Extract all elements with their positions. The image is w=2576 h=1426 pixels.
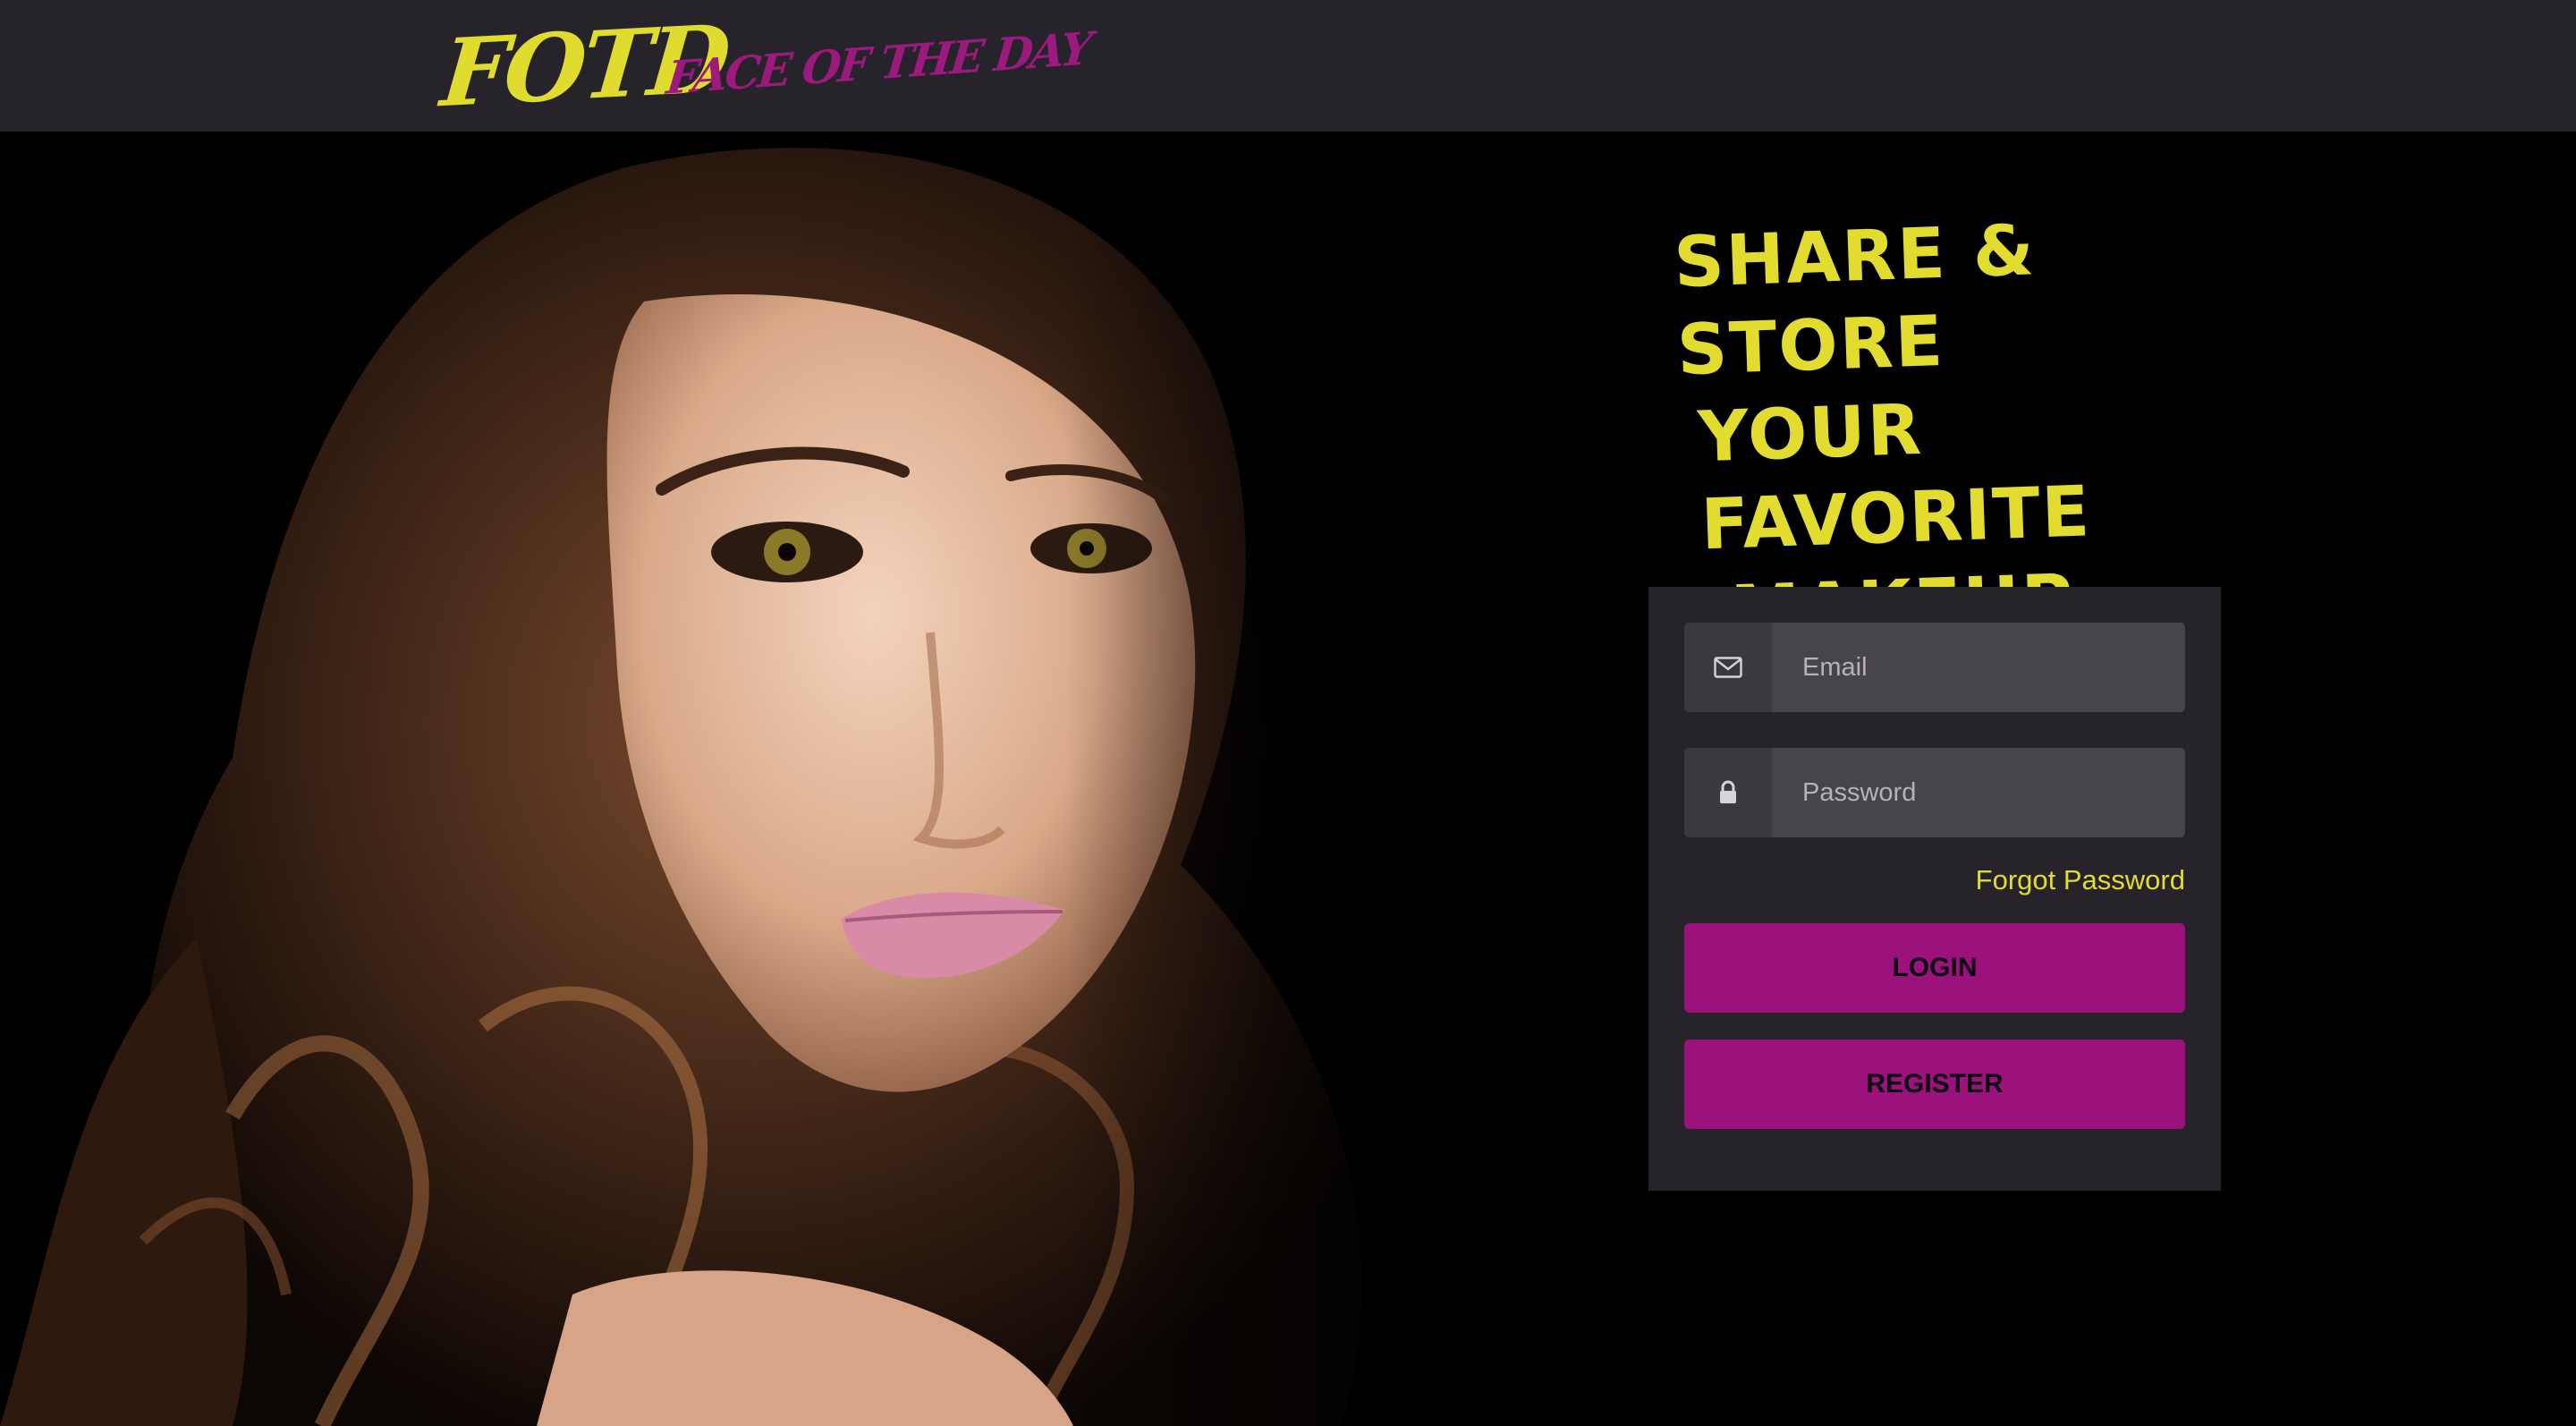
headline-line-2: Your Favorite <box>1696 389 2093 566</box>
password-input[interactable] <box>1772 748 2185 837</box>
portrait-illustration <box>0 132 1521 1426</box>
top-header: FOTD FACE OF THE DAY <box>0 0 2576 132</box>
hero-photo <box>0 132 1521 1426</box>
email-input[interactable] <box>1772 623 2185 712</box>
forgot-password-link[interactable]: Forgot Password <box>1976 864 2185 896</box>
email-field-group <box>1684 623 2185 712</box>
register-button[interactable]: REGISTER <box>1684 1040 2185 1129</box>
login-button[interactable]: LOGIN <box>1684 923 2185 1013</box>
lock-icon <box>1684 748 1772 837</box>
envelope-icon <box>1684 623 1772 712</box>
login-page: FOTD FACE OF THE DAY SHARE & STORE YOUR … <box>0 0 2576 1426</box>
password-field-group <box>1684 748 2185 837</box>
login-panel: Forgot Password LOGIN REGISTER <box>1648 587 2221 1191</box>
headline-line-1: Share & Store <box>1673 210 2038 392</box>
